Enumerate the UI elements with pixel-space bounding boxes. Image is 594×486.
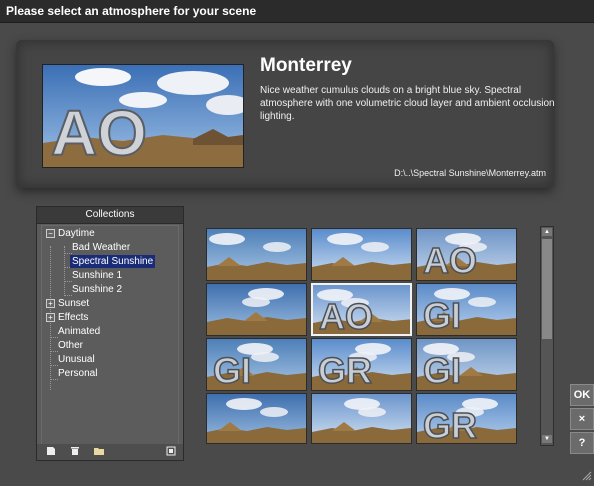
tree-item-personal[interactable]: Personal xyxy=(58,367,97,380)
tree-line xyxy=(50,351,58,352)
collections-panel: Collections − Daytime Bad Weather Spectr… xyxy=(36,206,184,461)
atmosphere-thumbnail[interactable]: GI xyxy=(416,338,517,391)
thumbnail-text: GR xyxy=(423,405,477,444)
preview-thumbnail: AO xyxy=(42,64,244,168)
tree-line xyxy=(64,281,72,282)
tree-line xyxy=(64,295,72,296)
thumbnail-text: AO xyxy=(319,296,373,336)
expand-icon[interactable]: + xyxy=(46,313,55,322)
tree-line xyxy=(50,365,58,366)
grid-scrollbar[interactable]: ▲ ▼ xyxy=(540,226,554,446)
atmosphere-thumbnail[interactable] xyxy=(311,228,412,281)
tree-item-sunset[interactable]: Sunset xyxy=(58,297,89,310)
preview-thumb-text: AO xyxy=(51,97,147,167)
open-folder-icon[interactable] xyxy=(93,446,105,457)
delete-icon[interactable] xyxy=(69,446,81,457)
properties-icon[interactable] xyxy=(165,446,177,457)
atmosphere-description: Nice weather cumulus clouds on a bright … xyxy=(260,85,555,122)
scroll-up-icon[interactable]: ▲ xyxy=(542,228,552,236)
atmosphere-thumbnail[interactable] xyxy=(206,283,307,336)
atmosphere-name: Monterrey xyxy=(260,55,352,76)
atmosphere-thumbnail[interactable]: AO xyxy=(416,228,517,281)
title-bar: Please select an atmosphere for your sce… xyxy=(0,0,594,23)
thumbnail-text: AO xyxy=(423,240,477,280)
atmosphere-thumbnail[interactable]: AO xyxy=(311,283,412,336)
tree-line xyxy=(50,379,58,380)
cancel-button[interactable]: × xyxy=(570,408,594,430)
thumbnail-text: GR xyxy=(318,350,372,390)
resize-grip-icon[interactable] xyxy=(582,468,592,481)
tree-item-unusual[interactable]: Unusual xyxy=(58,353,95,366)
collections-toolbar xyxy=(37,444,183,460)
thumbnail-text: GI xyxy=(423,295,461,335)
tree-item-other[interactable]: Other xyxy=(58,339,83,352)
collections-tree[interactable]: − Daytime Bad Weather Spectral Sunshine … xyxy=(41,225,179,445)
atmosphere-thumbnail[interactable]: GI xyxy=(206,338,307,391)
tree-item-daytime[interactable]: Daytime xyxy=(58,227,95,240)
scroll-down-icon[interactable]: ▼ xyxy=(542,435,552,443)
expand-icon[interactable]: + xyxy=(46,299,55,308)
atmosphere-thumbnail[interactable] xyxy=(311,393,412,444)
scrollbar-thumb[interactable] xyxy=(542,239,552,339)
atmosphere-path: D:\..\Spectral Sunshine\Monterrey.atm xyxy=(394,168,546,178)
tree-item-sunshine-1[interactable]: Sunshine 1 xyxy=(72,269,122,282)
tree-item-bad-weather[interactable]: Bad Weather xyxy=(72,241,130,254)
help-button[interactable]: ? xyxy=(570,432,594,454)
atmosphere-thumbnail[interactable] xyxy=(206,393,307,444)
tree-line xyxy=(50,337,58,338)
atmosphere-thumbnail[interactable]: GI xyxy=(416,283,517,336)
collapse-icon[interactable]: − xyxy=(46,229,55,238)
tree-line xyxy=(64,253,72,254)
ok-button[interactable]: OK xyxy=(570,384,594,406)
atmosphere-thumbnail[interactable]: GR xyxy=(416,393,517,444)
tree-item-spectral-sunshine[interactable]: Spectral Sunshine xyxy=(70,255,156,268)
thumbnail-text: GI xyxy=(423,350,461,390)
atmosphere-thumbnail[interactable] xyxy=(206,228,307,281)
collections-header: Collections xyxy=(37,207,183,224)
tree-item-sunshine-2[interactable]: Sunshine 2 xyxy=(72,283,122,296)
new-collection-icon[interactable] xyxy=(45,446,57,457)
preview-image: AO xyxy=(43,65,243,167)
tree-item-animated[interactable]: Animated xyxy=(58,325,100,338)
atmosphere-thumbnail[interactable]: GR xyxy=(311,338,412,391)
tree-item-effects[interactable]: Effects xyxy=(58,311,88,324)
thumbnail-text: GI xyxy=(213,350,251,390)
window-title: Please select an atmosphere for your sce… xyxy=(6,4,257,18)
